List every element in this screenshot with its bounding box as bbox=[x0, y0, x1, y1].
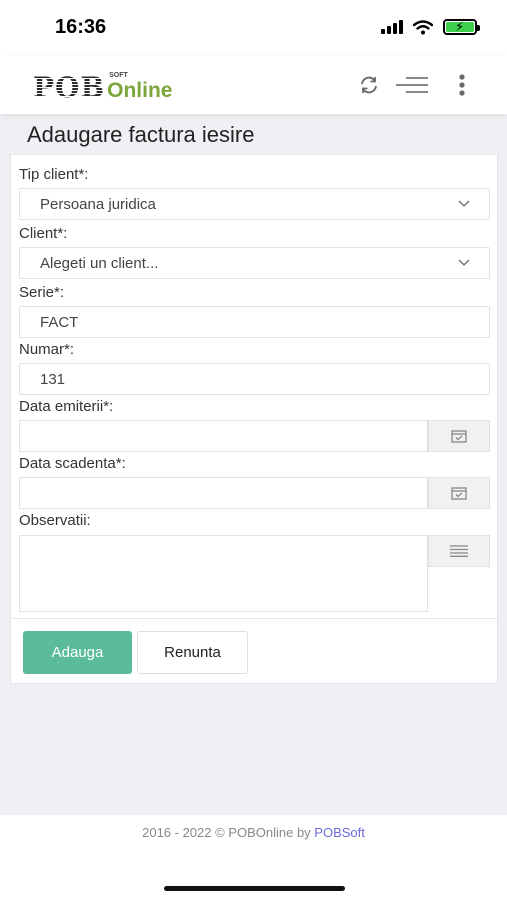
status-bar: 16:36 ⚡ bbox=[0, 0, 507, 56]
logo-online: Online bbox=[107, 79, 173, 102]
logo-pob: POB bbox=[33, 71, 106, 104]
numar-value: 131 bbox=[40, 370, 66, 388]
divider bbox=[11, 618, 497, 619]
chevron-down-icon bbox=[458, 259, 470, 267]
battery-icon: ⚡ bbox=[443, 19, 480, 35]
signal-icon bbox=[381, 20, 403, 34]
tip-client-label: Tip client*: bbox=[19, 166, 89, 183]
status-time: 16:36 bbox=[55, 16, 107, 38]
data-emiterii-label: Data emiterii*: bbox=[19, 398, 114, 415]
observatii-textarea[interactable] bbox=[19, 535, 428, 612]
kebab-menu-icon[interactable] bbox=[452, 56, 472, 114]
footer: 2016 - 2022 © POBOnline by POBSoft bbox=[0, 815, 507, 900]
footer-text: 2016 - 2022 © POBOnline by POBSoft bbox=[0, 825, 507, 840]
menu-icon[interactable] bbox=[392, 56, 432, 114]
logo[interactable]: POB SOFT Online bbox=[33, 68, 172, 102]
client-label: Client*: bbox=[19, 225, 68, 242]
text-lines-addon bbox=[428, 535, 490, 567]
serie-value: FACT bbox=[40, 313, 79, 331]
home-indicator bbox=[164, 886, 345, 891]
chevron-down-icon bbox=[458, 200, 470, 208]
numar-input[interactable]: 131 bbox=[19, 363, 490, 395]
footer-copyright: 2016 - 2022 © POBOnline by bbox=[142, 825, 315, 840]
tip-client-value: Persoana juridica bbox=[40, 195, 156, 213]
data-emiterii-input[interactable] bbox=[19, 420, 428, 452]
client-select[interactable]: Alegeti un client... bbox=[19, 247, 490, 279]
add-button[interactable]: Adauga bbox=[23, 631, 132, 674]
client-placeholder: Alegeti un client... bbox=[40, 254, 159, 272]
calendar-button[interactable] bbox=[428, 420, 490, 452]
data-scadenta-label: Data scadenta*: bbox=[19, 455, 126, 472]
text-lines-icon bbox=[450, 545, 468, 557]
page-title: Adaugare factura iesire bbox=[27, 122, 255, 147]
numar-label: Numar*: bbox=[19, 341, 75, 358]
calendar-icon bbox=[451, 487, 467, 500]
invoice-form: Tip client*: Persoana juridica Client*: … bbox=[10, 154, 498, 684]
tip-client-select[interactable]: Persoana juridica bbox=[19, 188, 490, 220]
calendar-button[interactable] bbox=[428, 477, 490, 509]
observatii-label: Observatii: bbox=[19, 512, 91, 529]
status-icons: ⚡ bbox=[381, 19, 480, 35]
wifi-icon bbox=[413, 19, 433, 34]
app-header: POB SOFT Online bbox=[0, 56, 507, 114]
serie-input[interactable]: FACT bbox=[19, 306, 490, 338]
calendar-icon bbox=[451, 430, 467, 443]
footer-link[interactable]: POBSoft bbox=[314, 825, 365, 840]
cancel-button[interactable]: Renunta bbox=[137, 631, 248, 674]
serie-label: Serie*: bbox=[19, 284, 65, 301]
refresh-icon[interactable] bbox=[356, 56, 382, 114]
data-scadenta-input[interactable] bbox=[19, 477, 428, 509]
